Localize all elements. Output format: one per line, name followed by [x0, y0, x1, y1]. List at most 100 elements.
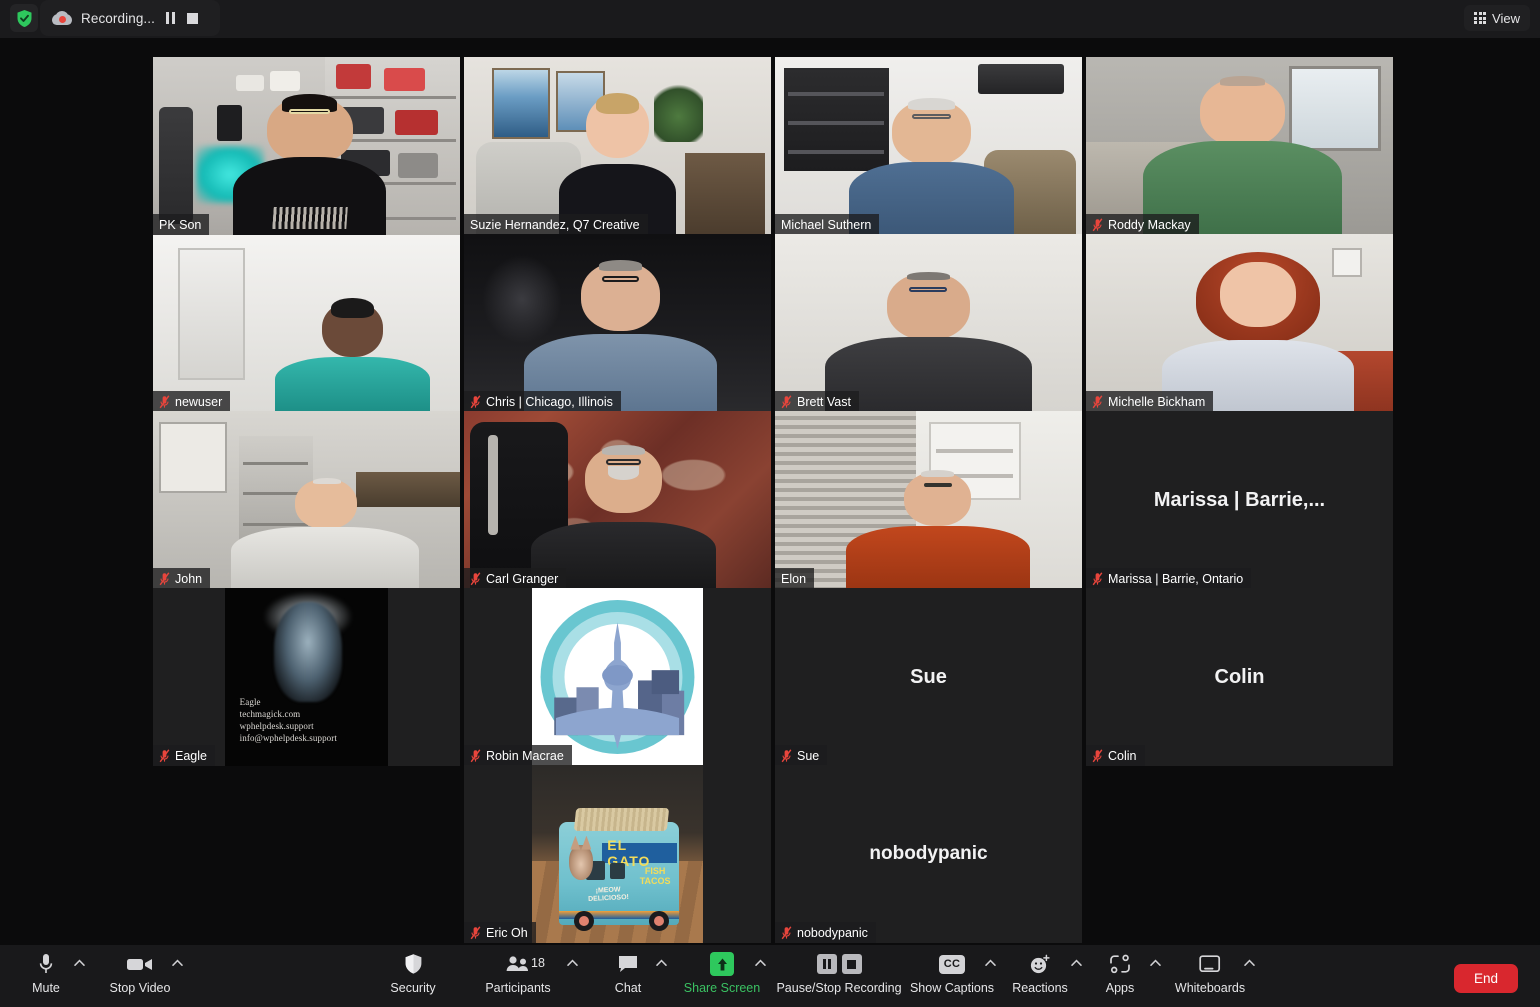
captions-label: Show Captions	[909, 981, 995, 995]
pause-recording-icon[interactable]	[164, 12, 177, 25]
cc-icon: CC	[939, 951, 965, 977]
video-tile-suzie-hernandez[interactable]: Suzie Hernandez, Q7 Creative	[464, 57, 771, 235]
mic-muted-icon	[159, 571, 170, 586]
whiteboards-options-chevron-icon[interactable]	[1242, 959, 1256, 973]
video-tile-michelle-bickham[interactable]: Michelle Bickham	[1086, 234, 1393, 412]
top-bar: Recording... View	[0, 0, 1540, 38]
whiteboards-button[interactable]: Whiteboards	[1170, 951, 1250, 1003]
participant-video	[775, 234, 1082, 412]
share-screen-button[interactable]: Share Screen	[683, 951, 761, 1003]
reactions-options-chevron-icon[interactable]	[1069, 959, 1083, 973]
participant-name: Marissa | Barrie, Ontario	[1108, 571, 1244, 586]
video-tile-marissa-barrie[interactable]: Marissa | Barrie,... Marissa | Barrie, O…	[1086, 411, 1393, 589]
participants-options-chevron-icon[interactable]	[565, 959, 579, 973]
avatar-contact-text: Eagle techmagick.com wphelpdesk.support …	[239, 697, 337, 743]
video-tile-john[interactable]: John	[153, 411, 460, 589]
participant-display-name: nobodypanic	[869, 843, 988, 864]
mic-muted-icon	[1092, 394, 1103, 409]
participant-video	[153, 234, 460, 412]
truck-sub-text: FISH TACOS	[639, 865, 671, 886]
video-tile-pk-son[interactable]: PK Son	[153, 57, 460, 235]
mute-button[interactable]: Mute	[24, 951, 68, 1003]
video-tile-brett-vast[interactable]: Brett Vast	[775, 234, 1082, 412]
participant-name: Chris | Chicago, Illinois	[486, 394, 613, 409]
participant-name: Colin	[1108, 748, 1137, 763]
stop-recording-icon[interactable]	[186, 12, 199, 25]
smiley-plus-icon	[1029, 951, 1051, 977]
chat-button[interactable]: Chat	[603, 951, 653, 1003]
mic-muted-icon	[159, 748, 170, 763]
view-button[interactable]: View	[1464, 5, 1530, 31]
apps-label: Apps	[1105, 981, 1135, 995]
participant-video	[1086, 57, 1393, 235]
video-tile-roddy-mackay[interactable]: Roddy Mackay	[1086, 57, 1393, 235]
truck-brand-text: EL GATO	[607, 836, 651, 869]
participant-video	[775, 411, 1082, 589]
video-tile-eric-oh[interactable]: EL GATO FISH TACOS ¡MEOW DELICIOSO! Eric…	[464, 765, 771, 943]
reactions-button[interactable]: Reactions	[1008, 951, 1072, 1003]
captions-options-chevron-icon[interactable]	[983, 959, 997, 973]
share-options-chevron-icon[interactable]	[753, 959, 767, 973]
participant-name-badge: Marissa | Barrie, Ontario	[1086, 568, 1252, 589]
video-tile-nobodypanic[interactable]: nobodypanic nobodypanic	[775, 765, 1082, 943]
participant-video	[1086, 234, 1393, 412]
end-meeting-button[interactable]: End	[1453, 964, 1518, 993]
recording-indicator: Recording...	[40, 0, 220, 36]
video-tile-elon[interactable]: Elon	[775, 411, 1082, 589]
participant-video	[464, 234, 771, 412]
pause-stop-recording-button[interactable]: Pause/Stop Recording	[774, 951, 904, 1003]
participant-name-badge: Michael Suthern	[775, 214, 880, 235]
audio-options-chevron-icon[interactable]	[72, 959, 86, 973]
video-tile-sue[interactable]: Sue Sue	[775, 588, 1082, 766]
participant-name: newuser	[175, 394, 223, 409]
pause-icon[interactable]	[816, 954, 837, 974]
mic-muted-icon	[470, 394, 481, 409]
video-tile-carl-granger[interactable]: Carl Granger	[464, 411, 771, 589]
security-button[interactable]: Security	[383, 951, 443, 1003]
apps-button[interactable]: Apps	[1098, 951, 1142, 1003]
participant-name-badge: Chris | Chicago, Illinois	[464, 391, 621, 412]
participant-name-badge: Roddy Mackay	[1086, 214, 1199, 235]
participant-video	[464, 57, 771, 235]
whiteboard-icon	[1198, 951, 1222, 977]
video-tile-chris-chicago[interactable]: Chris | Chicago, Illinois	[464, 234, 771, 412]
video-tile-eagle[interactable]: Eagle techmagick.com wphelpdesk.support …	[153, 588, 460, 766]
participant-name-badge: Elon	[775, 568, 815, 589]
video-tile-robin-macrae[interactable]: Robin Macrae	[464, 588, 771, 766]
shield-check-icon[interactable]	[10, 4, 38, 32]
video-tile-colin[interactable]: Colin Colin	[1086, 588, 1393, 766]
participant-name: Sue	[797, 748, 820, 763]
mic-muted-icon	[1092, 217, 1103, 232]
participant-video	[464, 411, 771, 589]
apps-options-chevron-icon[interactable]	[1148, 959, 1162, 973]
chat-options-chevron-icon[interactable]	[654, 959, 668, 973]
participant-name-badge: newuser	[153, 391, 231, 412]
stop-video-button[interactable]: Stop Video	[105, 951, 175, 1003]
participant-name-badge: Colin	[1086, 745, 1145, 766]
participant-name-badge: Sue	[775, 745, 828, 766]
truck-tagline-text: ¡MEOW DELICIOSO!	[588, 886, 630, 904]
mic-muted-icon	[470, 748, 481, 763]
participant-video	[775, 57, 1082, 235]
view-label: View	[1492, 10, 1520, 26]
video-options-chevron-icon[interactable]	[170, 959, 184, 973]
stop-icon[interactable]	[841, 954, 862, 974]
camera-icon	[126, 951, 154, 977]
participant-avatar: EL GATO FISH TACOS ¡MEOW DELICIOSO!	[532, 765, 703, 943]
participant-name: John	[175, 571, 203, 586]
video-tile-michael-suthern[interactable]: Michael Suthern	[775, 57, 1082, 235]
cloud-recording-icon	[52, 11, 72, 25]
meeting-toolbar: Mute Stop Video Security Participants 18…	[0, 945, 1540, 1007]
participants-label: Participants	[485, 981, 551, 995]
share-screen-label: Share Screen	[683, 981, 761, 995]
participant-name: Roddy Mackay	[1108, 217, 1191, 232]
video-tile-newuser[interactable]: newuser	[153, 234, 460, 412]
whiteboards-label: Whiteboards	[1174, 981, 1246, 995]
participant-name: Suzie Hernandez, Q7 Creative	[470, 217, 640, 232]
share-arrow-up-icon	[710, 951, 734, 977]
participant-name: Elon	[781, 571, 807, 586]
chat-label: Chat	[614, 981, 642, 995]
participant-avatar: Eagle techmagick.com wphelpdesk.support …	[225, 588, 388, 766]
stop-video-label: Stop Video	[109, 981, 171, 995]
mic-muted-icon	[470, 925, 481, 940]
